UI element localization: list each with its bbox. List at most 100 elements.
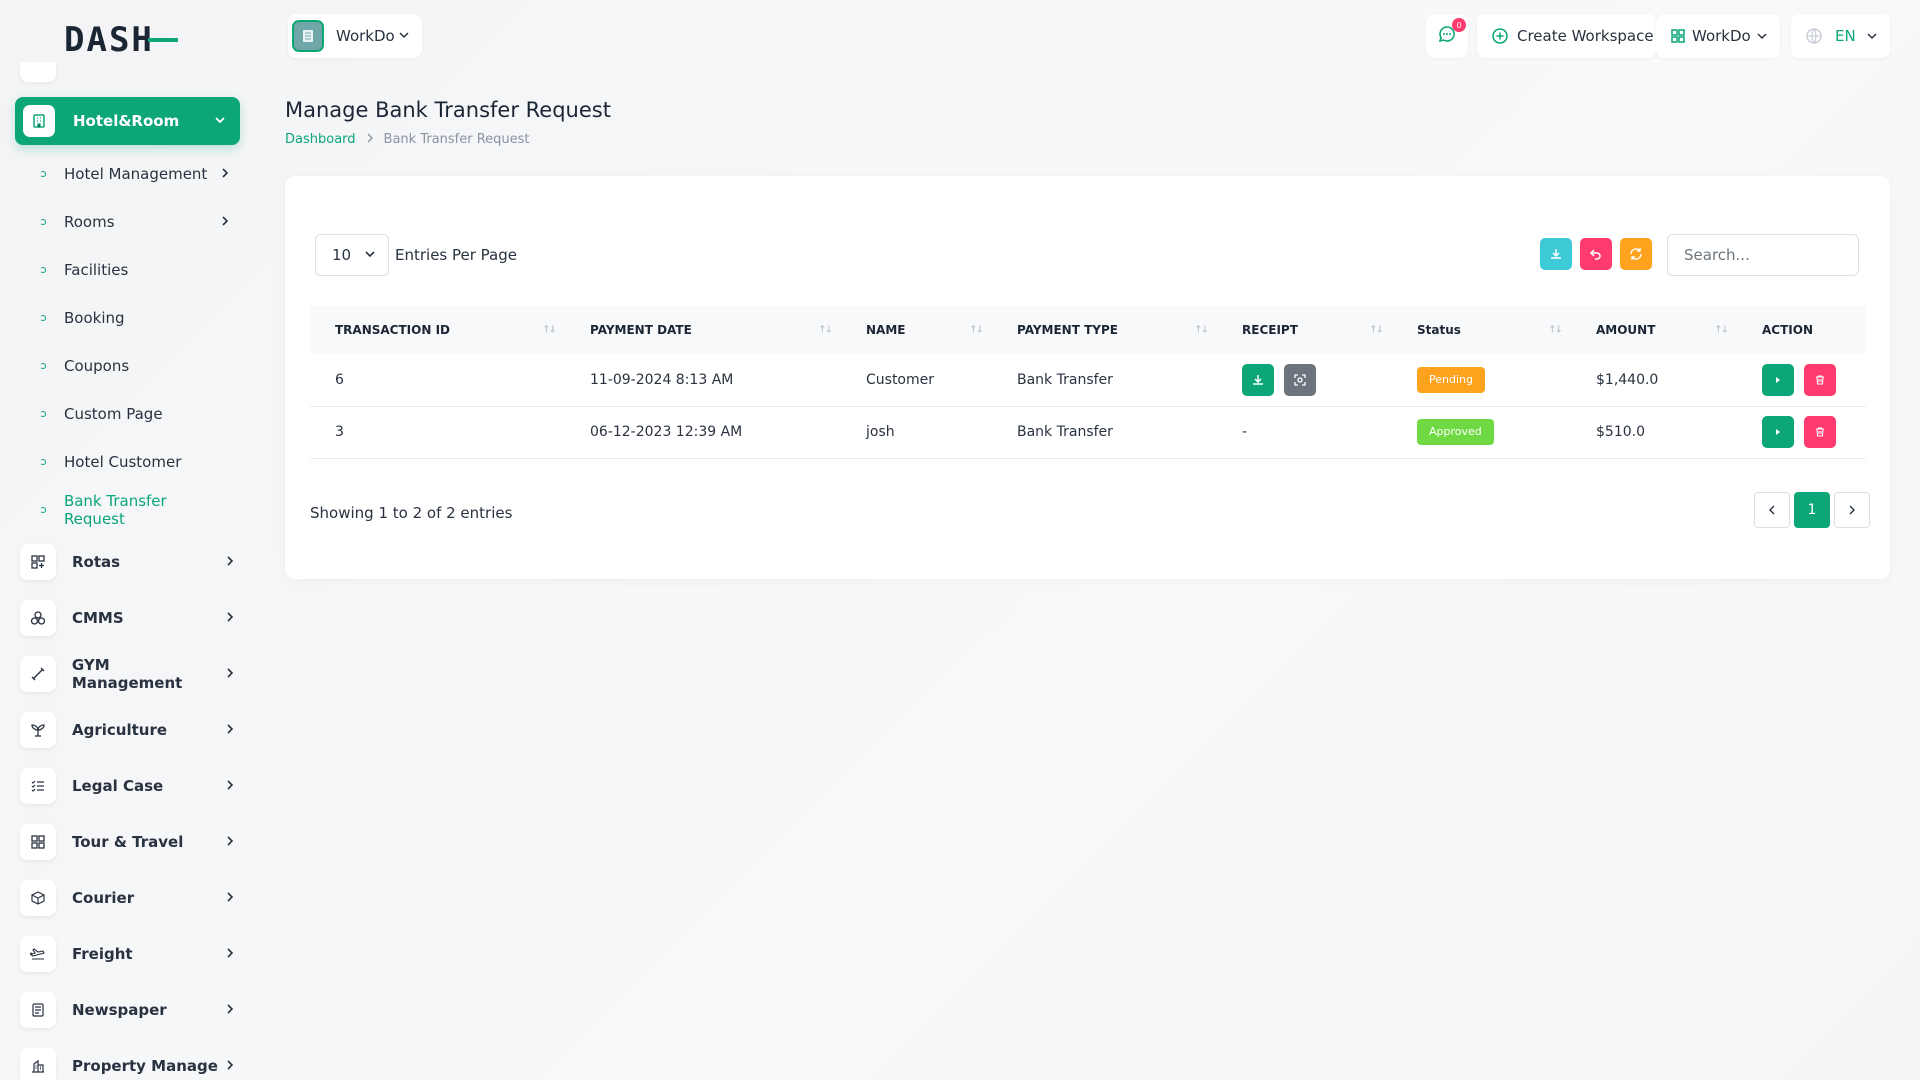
sidebar-subitem-hotel-management[interactable]: Hotel Management [40,162,230,186]
sidebar-subitem-coupons[interactable]: Coupons [40,354,230,378]
chevron-right-icon [220,213,230,231]
sidebar-item-newspaper[interactable]: Newspaper [20,990,235,1030]
chevron-right-icon [225,553,235,571]
sidebar-item-freight[interactable]: Freight [20,934,235,974]
sidebar-subitem-bank-transfer-request[interactable]: Bank Transfer Request [40,492,230,528]
download-receipt-button[interactable] [1242,363,1274,396]
reload-button[interactable] [1620,238,1652,270]
sidebar-item-property-manage[interactable]: Property Manage [20,1046,235,1080]
sidebar-item-legal-case[interactable]: Legal Case [20,766,235,806]
sidebar-subitem-booking[interactable]: Booking [40,306,230,330]
logo-text: DASH [64,20,154,60]
bullet-icon [40,459,46,465]
language-label: EN [1835,27,1856,45]
bullet-icon [40,267,46,273]
brand-logo[interactable]: DASH [64,20,192,60]
sidebar-subitem-rooms[interactable]: Rooms [40,210,230,234]
column-header-amount[interactable]: AMOUNT ↑↓ [1571,306,1737,354]
chevron-right-icon [225,1057,235,1075]
chevron-down-icon [1866,30,1878,42]
sidebar-item-label: Hotel&Room [73,112,180,130]
chevron-down-icon [1756,30,1768,42]
cell-receipt: - [1242,424,1248,440]
workspace-label: WorkDo [336,27,395,45]
column-header-transaction-id[interactable]: TRANSACTION ID ↑↓ [310,306,565,354]
sidebar-item-courier[interactable]: Courier [20,878,235,918]
chevron-right-icon [220,165,230,183]
chevron-down-icon [364,246,376,264]
plus-circle-icon [1491,27,1509,45]
sidebar-item-agriculture[interactable]: Agriculture [20,710,235,750]
create-workspace-button[interactable]: Create Workspace [1477,14,1656,58]
bullet-icon [40,363,46,369]
cell-receipt [1217,354,1392,406]
column-header-payment-type[interactable]: PAYMENT TYPE ↑↓ [992,306,1217,354]
entries-per-page: 10 Entries Per Page [315,234,517,276]
bullet-icon [40,219,46,225]
entries-label: Entries Per Page [395,246,517,264]
cell-action [1737,406,1866,458]
reset-button[interactable] [1580,238,1612,270]
pagination-page-button[interactable]: 1 [1794,492,1830,528]
view-request-button[interactable] [1762,416,1794,448]
create-workspace-label: Create Workspace [1517,27,1654,45]
sidebar-item-cmms[interactable]: CMMS [20,598,235,638]
preview-receipt-button[interactable] [1284,363,1317,396]
column-header-status[interactable]: Status ↑↓ [1392,306,1571,354]
table-row: 6 11-09-2024 8:13 AM Customer Bank Trans… [310,354,1866,406]
delete-request-button[interactable] [1804,363,1837,396]
sidebar-subitem-custom-page[interactable]: Custom Page [40,402,230,426]
column-header-receipt[interactable]: RECEIPT ↑↓ [1217,306,1392,354]
sidebar-item-tour-travel[interactable]: Tour & Travel [20,822,235,862]
breadcrumb-home-link[interactable]: Dashboard [285,132,356,147]
logo-accent [147,38,178,42]
sidebar-item-hotel-room[interactable]: Hotel&Room [15,97,240,145]
entries-select[interactable]: 10 [315,234,389,276]
page-title: Manage Bank Transfer Request [285,98,611,122]
language-selector[interactable]: EN [1791,14,1890,58]
sidebar-subitem-label: Custom Page [64,405,163,423]
sidebar-subitem-label: Rooms [64,213,115,231]
search-input[interactable] [1667,234,1859,276]
sidebar-item-gym-management[interactable]: GYM Management [20,654,235,694]
plant-icon [20,712,56,748]
sort-icon: ↑↓ [542,324,557,336]
download-icon [1251,373,1265,387]
notification-button[interactable]: 0 [1426,14,1468,58]
chevron-down-icon [214,112,226,130]
bank-transfer-card: 10 Entries Per Page TRANSACTION ID↑↓ PAY… [285,176,1890,579]
column-header-action: ACTION [1762,323,1813,337]
list-check-icon [20,768,56,804]
collapsed-menu-stub [20,62,56,82]
cell-payment-date: 06-12-2023 12:39 AM [590,424,743,440]
sidebar-subitem-label: Bank Transfer Request [63,492,167,528]
refresh-icon [1629,247,1643,261]
sidebar-subitem-facilities[interactable]: Facilities [40,258,230,282]
sidebar: DASH Hotel&Room Hotel Management Rooms F… [0,0,255,1080]
sidebar-item-rotas[interactable]: Rotas [20,542,235,582]
export-button[interactable] [1540,238,1572,270]
chevron-right-icon [225,833,235,851]
view-request-button[interactable] [1762,363,1794,396]
cell-status: Approved [1392,406,1571,458]
sidebar-subitem-hotel-customer[interactable]: Hotel Customer [40,450,230,474]
chevron-right-icon [225,777,235,795]
column-header-name[interactable]: NAME ↑↓ [841,306,992,354]
sidebar-subitem-label: Coupons [64,357,130,375]
sidebar-item-label: Courier [72,889,135,907]
cell-status: Pending [1392,354,1571,406]
chevron-right-icon [225,1001,235,1019]
column-header-payment-date[interactable]: PAYMENT DATE ↑↓ [565,306,841,354]
sidebar-item-label: Agriculture [72,721,168,739]
sidebar-item-label: Property Manage [72,1057,218,1075]
sidebar-subitem-label: Hotel Management [64,165,208,183]
entries-value: 10 [332,246,352,264]
pagination-prev-button[interactable] [1754,492,1790,528]
pagination-next-button[interactable] [1834,492,1870,528]
delete-request-button[interactable] [1804,416,1837,448]
bullet-icon [40,507,46,513]
bullet-icon [40,315,46,321]
workspace-switch-button[interactable]: WorkDo [1656,14,1780,58]
workspace-selector[interactable]: WorkDo [288,14,422,58]
chevron-right-icon [225,945,235,963]
